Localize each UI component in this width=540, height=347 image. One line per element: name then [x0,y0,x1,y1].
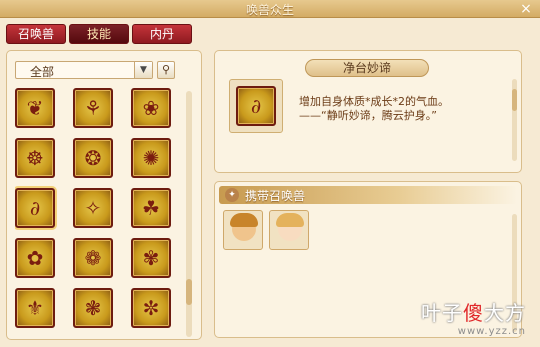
skill-detail-panel: 净台妙谛 ∂ 增加自身体质*成长*2的气血。 ——“静听妙谛，腾云护身。” [214,50,522,173]
emblem-icon: ✦ [225,188,239,202]
skill-description: 增加自身体质*成长*2的气血。 ——“静听妙谛，腾云护身。” [299,95,509,123]
skill-glyph: ✾ [142,246,160,270]
skill-detail-icon-frame: ∂ [229,79,283,133]
skill-glyph: ❁ [84,246,102,270]
skill-glyph: ∂ [250,94,262,118]
scrollbar-thumb[interactable] [512,89,517,111]
skill-icon-4[interactable]: ☸ [15,138,55,178]
skill-glyph: ⚘ [84,96,102,120]
filter-value: 全部 [30,65,55,79]
close-icon[interactable]: × [518,1,534,17]
skill-icon-5[interactable]: ❂ [73,138,113,178]
skill-glyph: ∂ [29,196,41,220]
avatar-hair [230,213,258,227]
chevron-down-icon[interactable]: ▼ [134,62,152,78]
skill-icon-6[interactable]: ✺ [131,138,171,178]
section-header: ✦ 携带召唤兽 [219,186,517,204]
skill-glyph: ❦ [26,96,44,120]
skill-glyph: ❃ [84,296,102,320]
skill-glyph: ❂ [84,146,102,170]
skill-icon-14[interactable]: ❃ [73,288,113,328]
skill-name: 净台妙谛 [305,59,429,77]
skill-filter-dropdown[interactable]: 全部 ▼ [15,61,153,79]
tab-summon[interactable]: 召唤兽 [6,24,66,44]
skill-icon-9[interactable]: ☘ [131,188,171,228]
skill-icon-12[interactable]: ✾ [131,238,171,278]
pet-avatar-warrior[interactable] [223,210,263,250]
tab-inner-elixir[interactable]: 内丹 [132,24,192,44]
window-title: 唤兽众生 [245,3,294,17]
skill-glyph: ✺ [142,146,160,170]
tab-skills[interactable]: 技能 [69,24,129,44]
skill-grid: ❦ ⚘ ❀ ☸ ❂ ✺ ∂ ✧ ☘ ✿ ❁ ✾ ⚜ ❃ ✼ [15,88,183,338]
skill-glyph: ☘ [142,196,160,220]
watermark: 叶子傻大方 www.yzz.cn [421,297,526,337]
skill-icon-13[interactable]: ⚜ [15,288,55,328]
section-title: 携带召唤兽 [245,189,306,203]
avatar-hair [276,213,304,227]
skill-icon-7[interactable]: ∂ [15,188,55,228]
pet-avatar-lady[interactable] [269,210,309,250]
watermark-part1: 叶子 [421,301,463,325]
skill-glyph: ☸ [26,146,44,170]
skill-detail-icon: ∂ [236,86,276,126]
skill-icon-3[interactable]: ❀ [131,88,171,128]
skill-icon-10[interactable]: ✿ [15,238,55,278]
skill-list-scrollbar[interactable] [186,91,192,337]
skill-list-panel: 全部 ▼ ⚲ ❦ ⚘ ❀ ☸ ❂ ✺ ∂ ✧ ☘ ✿ ❁ ✾ ⚜ ❃ ✼ [6,50,202,340]
skill-glyph: ❀ [142,96,160,120]
detail-scrollbar[interactable] [512,79,517,161]
skill-glyph: ✼ [142,296,160,320]
search-icon[interactable]: ⚲ [157,61,175,79]
skill-glyph: ✿ [26,246,44,270]
watermark-title: 叶子傻大方 [421,297,526,326]
skill-description-line: 增加自身体质*成长*2的气血。 [299,95,449,108]
skill-glyph: ⚜ [26,296,44,320]
skill-icon-15[interactable]: ✼ [131,288,171,328]
watermark-accent: 傻 [463,301,484,325]
scrollbar-thumb[interactable] [186,279,192,305]
skill-icon-1[interactable]: ❦ [15,88,55,128]
watermark-part2: 大方 [484,301,526,325]
skill-icon-11[interactable]: ❁ [73,238,113,278]
watermark-url: www.yzz.cn [457,326,526,337]
skill-icon-8[interactable]: ✧ [73,188,113,228]
skill-glyph: ✧ [84,196,102,220]
skill-description-line: ——“静听妙谛，腾云护身。” [299,109,437,122]
skill-icon-2[interactable]: ⚘ [73,88,113,128]
window-title-bar: 唤兽众生 × [0,0,540,18]
tab-bar: 召唤兽 技能 内丹 [6,24,192,44]
